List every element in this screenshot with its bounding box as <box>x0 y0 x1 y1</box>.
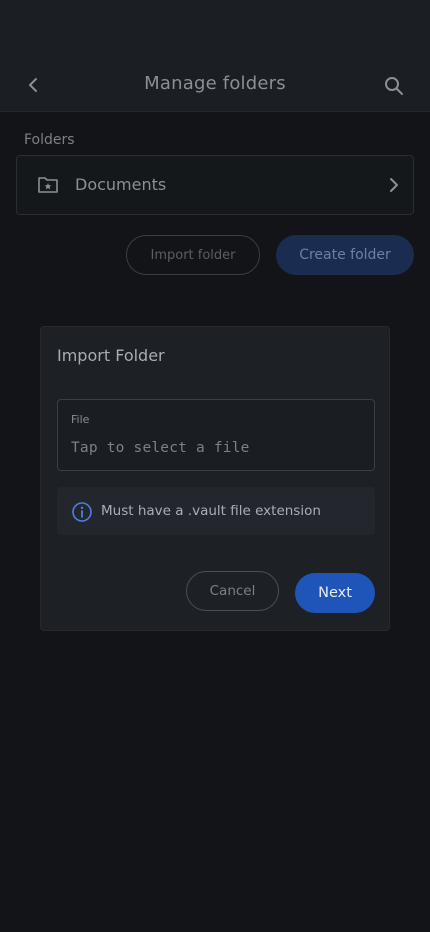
folder-name: Documents <box>75 175 167 194</box>
page-title: Manage folders <box>144 73 286 94</box>
chevron-right-icon <box>390 178 398 192</box>
folders-section-label: Folders <box>24 132 75 148</box>
import-folder-dialog: Import Folder File Tap to select a file … <box>40 326 390 631</box>
import-folder-button[interactable]: Import folder <box>126 235 260 275</box>
file-picker-field[interactable]: File Tap to select a file <box>57 399 375 471</box>
file-field-placeholder: Tap to select a file <box>71 440 250 456</box>
search-icon <box>385 77 403 95</box>
info-text: Must have a .vault file extension <box>101 503 321 519</box>
dialog-title: Import Folder <box>57 346 165 365</box>
info-callout: Must have a .vault file extension <box>57 487 375 535</box>
search-button[interactable] <box>376 68 412 104</box>
next-button[interactable]: Next <box>295 573 375 613</box>
cancel-button[interactable]: Cancel <box>186 571 279 611</box>
create-folder-button[interactable]: Create folder <box>276 235 414 275</box>
folder-item-documents[interactable]: Documents <box>16 155 414 215</box>
app-bar: Manage folders <box>0 0 430 112</box>
folder-star-icon <box>38 177 58 193</box>
info-icon <box>72 502 92 522</box>
file-field-label: File <box>71 413 90 426</box>
